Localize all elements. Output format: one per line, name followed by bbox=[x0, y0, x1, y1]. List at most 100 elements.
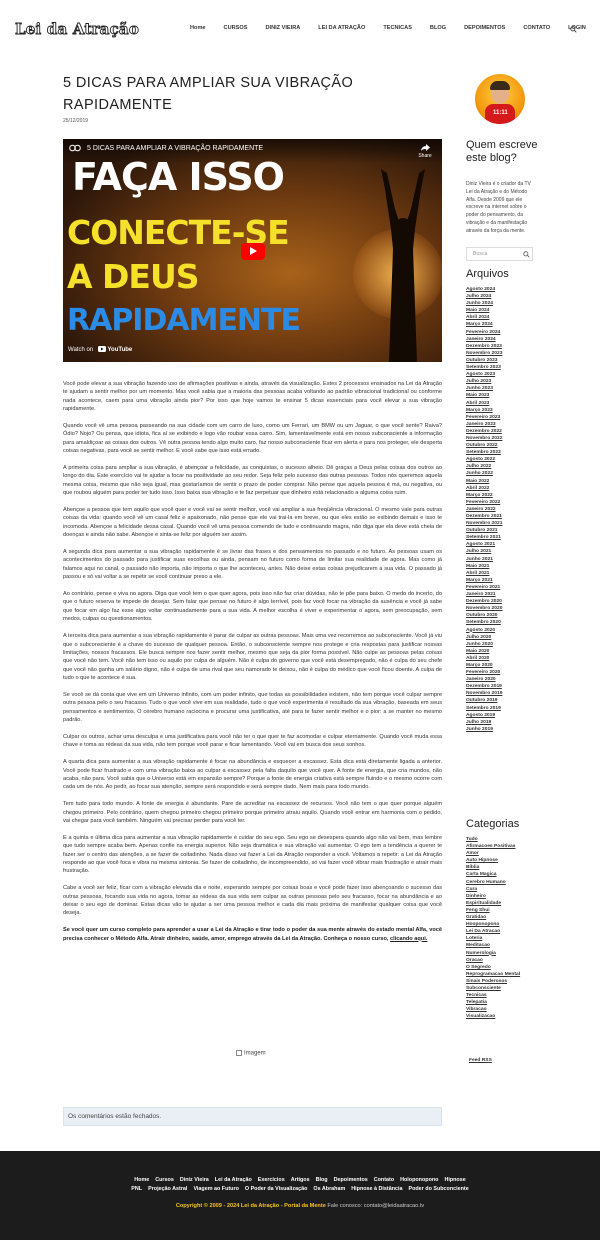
archive-link[interactable]: Junho 2019 bbox=[466, 726, 546, 733]
contact-text[interactable]: Fale conosco: contato@leidaatracao.tv bbox=[327, 1203, 424, 1209]
category-link[interactable]: Auto Hipnose bbox=[466, 857, 556, 864]
archive-link[interactable]: Julho 2022 bbox=[466, 463, 546, 470]
archive-link[interactable]: Abril 2021 bbox=[466, 570, 546, 577]
category-link[interactable]: Cura bbox=[466, 886, 556, 893]
archive-link[interactable]: Janeiro 2024 bbox=[466, 336, 546, 343]
archive-link[interactable]: Janeiro 2023 bbox=[466, 421, 546, 428]
nav-cursos[interactable]: CURSOS bbox=[224, 25, 248, 35]
category-link[interactable]: Afirmacoes Positivas bbox=[466, 843, 556, 850]
category-link[interactable]: Cerebro Humano bbox=[466, 879, 556, 886]
footer-link[interactable]: Hipnose bbox=[444, 1177, 465, 1183]
archive-link[interactable]: Julho 2019 bbox=[466, 719, 546, 726]
archive-link[interactable]: Março 2021 bbox=[466, 577, 546, 584]
archive-link[interactable]: Maio 2021 bbox=[466, 563, 546, 570]
category-link[interactable]: Dinheiro bbox=[466, 893, 556, 900]
archive-link[interactable]: Agosto 2019 bbox=[466, 712, 546, 719]
nav-tecnicas[interactable]: TECNICAS bbox=[383, 25, 412, 35]
sidebar-search-input[interactable]: Busca bbox=[466, 247, 533, 261]
archive-link[interactable]: Outubro 2021 bbox=[466, 527, 546, 534]
archive-link[interactable]: Março 2023 bbox=[466, 407, 546, 414]
archive-link[interactable]: Julho 2024 bbox=[466, 293, 546, 300]
archive-link[interactable]: Setembro 2020 bbox=[466, 619, 546, 626]
category-link[interactable]: Bíblia bbox=[466, 864, 556, 871]
archive-link[interactable]: Dezembro 2020 bbox=[466, 598, 546, 605]
footer-link[interactable]: Blog bbox=[316, 1177, 328, 1183]
archive-link[interactable]: Janeiro 2021 bbox=[466, 591, 546, 598]
archive-link[interactable]: Fevereiro 2024 bbox=[466, 329, 546, 336]
archive-link[interactable]: Agosto 2021 bbox=[466, 541, 546, 548]
archive-link[interactable]: Julho 2021 bbox=[466, 548, 546, 555]
archive-link[interactable]: Abril 2022 bbox=[466, 485, 546, 492]
archive-link[interactable]: Novembro 2020 bbox=[466, 605, 546, 612]
footer-link[interactable]: PNL bbox=[131, 1186, 142, 1192]
archive-link[interactable]: Agosto 2023 bbox=[466, 371, 546, 378]
archive-link[interactable]: Agosto 2020 bbox=[466, 627, 546, 634]
footer-link[interactable]: Lei da Atração bbox=[215, 1177, 252, 1183]
nav-blog[interactable]: BLOG bbox=[430, 25, 446, 35]
footer-link[interactable]: Exercícios bbox=[258, 1177, 285, 1183]
archive-link[interactable]: Junho 2024 bbox=[466, 300, 546, 307]
category-link[interactable]: Meditacao bbox=[466, 942, 556, 949]
channel-logo-icon[interactable] bbox=[69, 144, 81, 152]
category-link[interactable]: O Segredo bbox=[466, 964, 556, 971]
archive-link[interactable]: Maio 2020 bbox=[466, 648, 546, 655]
search-icon[interactable] bbox=[523, 251, 530, 258]
footer-link[interactable]: Holoponopono bbox=[400, 1177, 438, 1183]
archive-link[interactable]: Janeiro 2022 bbox=[466, 506, 546, 513]
archive-link[interactable]: Julho 2020 bbox=[466, 634, 546, 641]
footer-link[interactable]: Diniz Vieira bbox=[180, 1177, 209, 1183]
archive-link[interactable]: Abril 2023 bbox=[466, 400, 546, 407]
nav-diniz-vieira[interactable]: DINIZ VIEIRA bbox=[265, 25, 300, 35]
archive-link[interactable]: Março 2024 bbox=[466, 321, 546, 328]
category-link[interactable]: Sinais Poderosos bbox=[466, 978, 556, 985]
archive-link[interactable]: Março 2022 bbox=[466, 492, 546, 499]
category-link[interactable]: Feng Shui bbox=[466, 907, 556, 914]
category-link[interactable]: Oracao bbox=[466, 957, 556, 964]
archive-link[interactable]: Junho 2023 bbox=[466, 385, 546, 392]
nav-lei-da-atracao[interactable]: LEI DA ATRAÇÃO bbox=[318, 25, 365, 35]
archive-link[interactable]: Maio 2024 bbox=[466, 307, 546, 314]
category-link[interactable]: Telepatia bbox=[466, 999, 556, 1006]
category-link[interactable]: Carta Magica bbox=[466, 871, 556, 878]
category-link[interactable]: Subconsciente bbox=[466, 985, 556, 992]
archive-link[interactable]: Dezembro 2021 bbox=[466, 513, 546, 520]
archive-link[interactable]: Maio 2022 bbox=[466, 478, 546, 485]
footer-link[interactable]: Home bbox=[134, 1177, 149, 1183]
cta-link[interactable]: clicando aqui. bbox=[390, 936, 427, 942]
footer-link[interactable]: Hipnose à Distância bbox=[351, 1186, 402, 1192]
nav-home[interactable]: Home bbox=[190, 25, 206, 35]
footer-link[interactable]: Poder do Subconciente bbox=[409, 1186, 469, 1192]
footer-link[interactable]: Cursos bbox=[155, 1177, 174, 1183]
archive-link[interactable]: Abril 2024 bbox=[466, 314, 546, 321]
footer-link[interactable]: Projeção Astral bbox=[148, 1186, 187, 1192]
archive-link[interactable]: Fevereiro 2023 bbox=[466, 414, 546, 421]
category-link[interactable]: Hooponopono bbox=[466, 921, 556, 928]
category-link[interactable]: Tudo bbox=[466, 836, 556, 843]
archive-link[interactable]: Setembro 2021 bbox=[466, 534, 546, 541]
archive-link[interactable]: Abril 2020 bbox=[466, 655, 546, 662]
category-link[interactable]: Lei Da Atracao bbox=[466, 928, 556, 935]
archive-link[interactable]: Novembro 2019 bbox=[466, 690, 546, 697]
video-title[interactable]: 5 DICAS PARA AMPLIAR A VIBRAÇÃO RAPIDAME… bbox=[87, 145, 263, 152]
archive-link[interactable]: Agosto 2024 bbox=[466, 286, 546, 293]
archive-link[interactable]: Fevereiro 2021 bbox=[466, 584, 546, 591]
footer-link[interactable]: Os Abraham bbox=[313, 1186, 345, 1192]
archive-link[interactable]: Agosto 2022 bbox=[466, 456, 546, 463]
archive-link[interactable]: Setembro 2023 bbox=[466, 364, 546, 371]
footer-link[interactable]: Depoimentos bbox=[334, 1177, 368, 1183]
archive-link[interactable]: Setembro 2022 bbox=[466, 449, 546, 456]
archive-link[interactable]: Maio 2023 bbox=[466, 392, 546, 399]
category-link[interactable]: Reprogramacao Mental bbox=[466, 971, 556, 978]
nav-depoimentos[interactable]: DEPOIMENTOS bbox=[464, 25, 505, 35]
play-button[interactable] bbox=[241, 243, 265, 260]
archive-link[interactable]: Novembro 2021 bbox=[466, 520, 546, 527]
category-link[interactable]: Visualizacao bbox=[466, 1013, 556, 1020]
site-logo[interactable]: Lei da Atração bbox=[15, 20, 140, 39]
archive-link[interactable]: Março 2020 bbox=[466, 662, 546, 669]
footer-link[interactable]: O Poder da Visualização bbox=[245, 1186, 308, 1192]
category-link[interactable]: Tecnicas bbox=[466, 992, 556, 999]
archive-link[interactable]: Outubro 2022 bbox=[466, 442, 546, 449]
archive-link[interactable]: Julho 2023 bbox=[466, 378, 546, 385]
archive-link[interactable]: Janeiro 2020 bbox=[466, 676, 546, 683]
archive-link[interactable]: Dezembro 2022 bbox=[466, 428, 546, 435]
